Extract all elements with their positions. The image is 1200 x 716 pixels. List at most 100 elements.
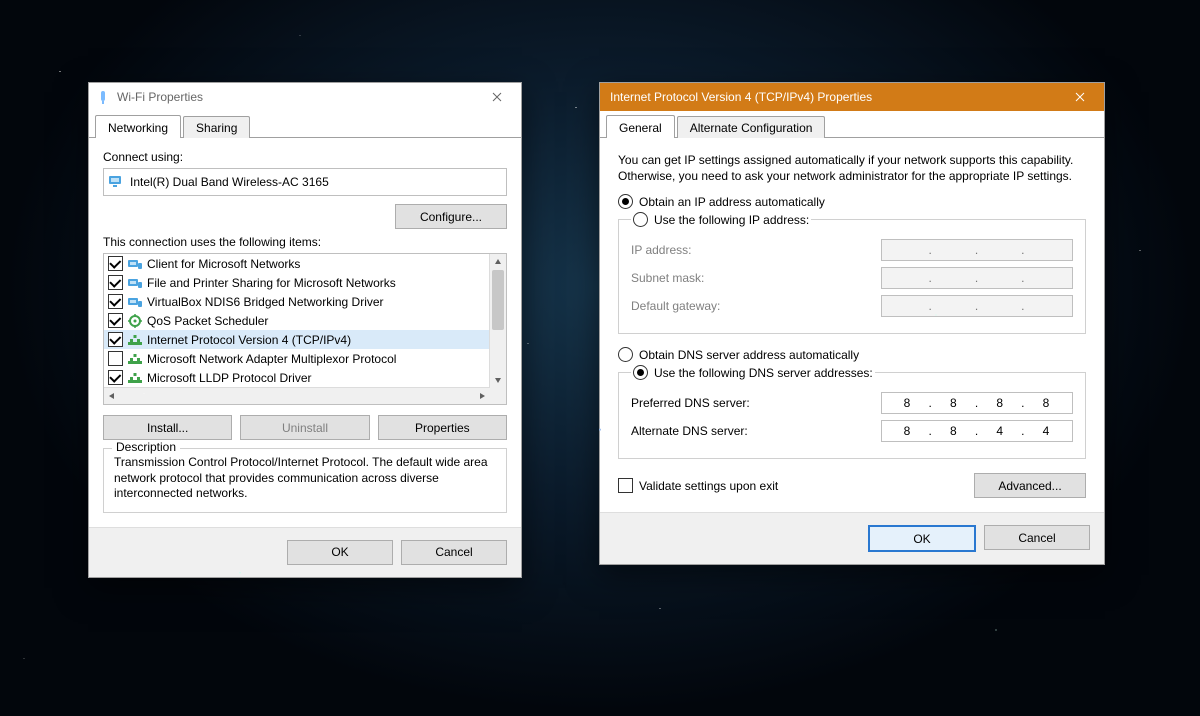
ipv4-properties-window: Internet Protocol Version 4 (TCP/IPv4) P… [599,82,1105,565]
scroll-up-icon[interactable] [490,254,506,270]
checkbox-icon[interactable] [108,351,123,366]
subnet-label: Subnet mask: [631,271,704,285]
cancel-button[interactable]: Cancel [984,525,1090,550]
checkbox-icon[interactable] [108,370,123,385]
ip-address-label: IP address: [631,243,691,257]
install-button[interactable]: Install... [103,415,232,440]
properties-button[interactable]: Properties [378,415,507,440]
dns-manual-label: Use the following DNS server addresses: [654,366,873,380]
wifi-tabs: Networking Sharing [89,111,521,138]
advanced-button[interactable]: Advanced... [974,473,1086,498]
ipv4-tab-body: You can get IP settings assigned automat… [600,138,1104,512]
protocol-icon [127,351,143,367]
items-listbox[interactable]: Client for Microsoft Networks File and Pr… [103,253,507,405]
list-item[interactable]: Client for Microsoft Networks [104,254,490,273]
scroll-down-icon[interactable] [490,372,506,388]
gateway-input: ... [881,295,1073,317]
adapter-name: Intel(R) Dual Band Wireless-AC 3165 [130,175,329,189]
subnet-input: ... [881,267,1073,289]
wifi-titlebar[interactable]: Wi-Fi Properties [89,83,521,111]
ipv4-tabs: General Alternate Configuration [600,111,1104,138]
ipv4-footer: OK Cancel [600,512,1104,564]
list-item[interactable]: Internet Protocol Version 4 (TCP/IPv4) [104,330,490,349]
vertical-scrollbar[interactable] [489,254,506,388]
tab-sharing[interactable]: Sharing [183,116,250,138]
list-item[interactable]: QoS Packet Scheduler [104,311,490,330]
ok-button[interactable]: OK [868,525,976,552]
ipv4-title: Internet Protocol Version 4 (TCP/IPv4) P… [606,90,1062,104]
radio-icon[interactable] [618,194,633,209]
wifi-properties-window: Wi-Fi Properties Networking Sharing Conn… [88,82,522,578]
scroll-right-icon[interactable] [474,388,490,404]
list-item-label: Client for Microsoft Networks [147,257,300,271]
ok-button[interactable]: OK [287,540,393,565]
ip-auto-option[interactable]: Obtain an IP address automatically [618,194,1086,209]
service-icon [127,313,143,329]
dns-manual-group: Use the following DNS server addresses: … [618,365,1086,459]
protocol-icon [127,370,143,386]
close-icon[interactable] [479,86,515,108]
validate-checkbox[interactable]: Validate settings upon exit [618,478,778,493]
list-item-label: VirtualBox NDIS6 Bridged Networking Driv… [147,295,384,309]
preferred-dns-input[interactable]: 8.8.8.8 [881,392,1073,414]
checkbox-icon[interactable] [108,275,123,290]
tab-networking[interactable]: Networking [95,115,181,138]
cancel-button[interactable]: Cancel [401,540,507,565]
list-item-label: Microsoft LLDP Protocol Driver [147,371,312,385]
ip-auto-label: Obtain an IP address automatically [639,195,825,209]
ip-manual-label: Use the following IP address: [654,213,809,227]
wifi-title: Wi-Fi Properties [117,90,479,104]
tab-alternate[interactable]: Alternate Configuration [677,116,826,138]
gateway-label: Default gateway: [631,299,720,313]
radio-icon[interactable] [633,212,648,227]
connect-using-label: Connect using: [103,150,507,164]
close-icon[interactable] [1062,86,1098,108]
client-icon [127,294,143,310]
list-item[interactable]: VirtualBox NDIS6 Bridged Networking Driv… [104,292,490,311]
checkbox-icon[interactable] [618,478,633,493]
client-icon [127,256,143,272]
list-item-label: Microsoft Network Adapter Multiplexor Pr… [147,352,396,366]
list-item-label: Internet Protocol Version 4 (TCP/IPv4) [147,333,351,347]
ip-manual-legend[interactable]: Use the following IP address: [631,212,811,227]
checkbox-icon[interactable] [108,313,123,328]
list-item-label: File and Printer Sharing for Microsoft N… [147,276,396,290]
dns-auto-option[interactable]: Obtain DNS server address automatically [618,347,1086,362]
alternate-dns-label: Alternate DNS server: [631,424,748,438]
wifi-app-icon [95,89,111,105]
dns-auto-label: Obtain DNS server address automatically [639,348,859,362]
checkbox-icon[interactable] [108,256,123,271]
desktop-background: Wi-Fi Properties Networking Sharing Conn… [0,0,1200,716]
scrollbar-corner [490,388,506,404]
list-item[interactable]: Microsoft Network Adapter Multiplexor Pr… [104,349,490,368]
ipv4-explain: You can get IP settings assigned automat… [618,152,1086,184]
checkbox-icon[interactable] [108,332,123,347]
scroll-left-icon[interactable] [104,388,120,404]
tab-general[interactable]: General [606,115,675,138]
list-item[interactable]: File and Printer Sharing for Microsoft N… [104,273,490,292]
wifi-footer: OK Cancel [89,527,521,577]
ipv4-titlebar[interactable]: Internet Protocol Version 4 (TCP/IPv4) P… [600,83,1104,111]
adapter-icon [108,173,124,192]
protocol-icon [127,332,143,348]
radio-icon[interactable] [618,347,633,362]
adapter-field[interactable]: Intel(R) Dual Band Wireless-AC 3165 [103,168,507,196]
checkbox-icon[interactable] [108,294,123,309]
wifi-tab-body: Connect using: Intel(R) Dual Band Wirele… [89,138,521,527]
description-text: Transmission Control Protocol/Internet P… [114,455,496,502]
description-legend: Description [112,440,180,454]
list-item-label: QoS Packet Scheduler [147,314,268,328]
configure-button[interactable]: Configure... [395,204,507,229]
radio-icon[interactable] [633,365,648,380]
ip-address-input: ... [881,239,1073,261]
list-item[interactable]: Microsoft LLDP Protocol Driver [104,368,490,387]
validate-label: Validate settings upon exit [639,479,778,493]
preferred-dns-label: Preferred DNS server: [631,396,750,410]
ip-manual-group: Use the following IP address: IP address… [618,212,1086,334]
scrollbar-thumb[interactable] [492,270,504,330]
alternate-dns-input[interactable]: 8.8.4.4 [881,420,1073,442]
dns-manual-legend[interactable]: Use the following DNS server addresses: [631,365,875,380]
items-label: This connection uses the following items… [103,235,507,249]
horizontal-scrollbar[interactable] [104,387,490,404]
client-icon [127,275,143,291]
